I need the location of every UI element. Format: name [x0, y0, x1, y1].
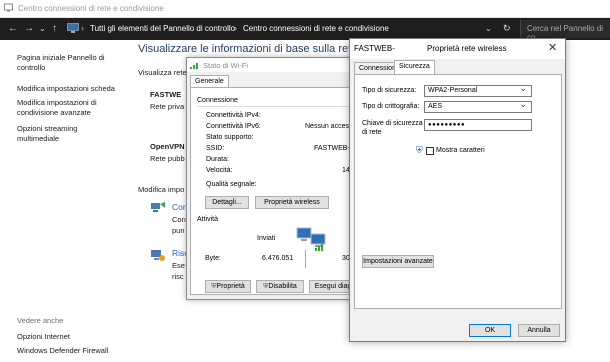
wifi-signal-icon: [190, 61, 200, 69]
troubleshoot-desc: Ese: [172, 261, 185, 270]
search-input[interactable]: Cerca nel Pannello di co: [520, 20, 610, 42]
show-characters-label: Mostra caratteri: [436, 147, 485, 154]
sidebar-item-home[interactable]: Pagina iniziale Pannello di controllo: [17, 53, 127, 73]
page-title: Visualizzare le informazioni di base sul…: [138, 43, 376, 55]
back-arrow-icon[interactable]: ←: [8, 23, 18, 34]
security-type-select[interactable]: WPA2-Personal: [424, 83, 532, 97]
ipv6-value: Nessun access: [305, 123, 353, 130]
network-activity-icon: [295, 224, 327, 252]
breadcrumb-separator-icon: ›: [81, 23, 84, 33]
forward-arrow-icon[interactable]: →: [24, 23, 34, 34]
troubleshoot-desc-2: risc: [172, 272, 184, 281]
group-divider: [197, 106, 357, 107]
advanced-settings-button[interactable]: Impostazioni avanzate: [362, 255, 434, 268]
see-also-heading: Vedere anche: [17, 316, 64, 325]
new-connection-desc-2: pun: [172, 226, 185, 235]
troubleshoot-icon: [150, 248, 166, 262]
wifi-status-dialog: Stato di Wi-Fi Generale Connessione Conn…: [186, 57, 364, 300]
security-type-label: Tipo di sicurezza:: [362, 87, 417, 94]
speed-label: Velocità:: [206, 167, 233, 174]
network2-name: OpenVPN: [150, 142, 185, 151]
breadcrumb-all-items[interactable]: Tutti gli elementi del Pannello di contr…: [90, 24, 235, 33]
wireless-properties-button[interactable]: Proprietà wireless: [255, 196, 329, 209]
duration-label: Durata:: [206, 156, 229, 163]
sidebar-item-sharing[interactable]: Modifica impostazioni di condivisione av…: [17, 98, 112, 118]
disable-button[interactable]: ⛨Disabilita: [256, 280, 304, 293]
network-name-title: FASTWEB-: [354, 44, 395, 53]
dialog-titlebar: Stato di Wi-Fi: [187, 58, 363, 72]
shield-icon: ⛨: [416, 145, 423, 155]
properties-button[interactable]: ⛨Proprietà: [205, 280, 251, 293]
window-title: Centro connessioni di rete e condivision…: [18, 4, 164, 13]
see-also-firewall[interactable]: Windows Defender Firewall: [17, 346, 108, 356]
security-key-field[interactable]: ●●●●●●●●●: [424, 119, 532, 131]
encryption-type-select[interactable]: AES: [424, 99, 532, 113]
network2-type: Rete pubb: [150, 154, 185, 163]
cancel-button[interactable]: Annulla: [518, 324, 560, 337]
sidebar-item-adapter[interactable]: Modifica impostazioni scheda: [17, 84, 127, 94]
ipv4-label: Connettività IPv4:: [206, 112, 261, 119]
media-state-label: Stato supporto:: [206, 134, 254, 141]
properties-button-label: Proprietà: [216, 283, 245, 290]
network1-name: FASTWE: [150, 90, 182, 99]
control-panel-icon: [4, 3, 13, 12]
activity-divider: [305, 250, 306, 268]
bytes-label: Byte:: [205, 255, 221, 262]
ok-button[interactable]: OK: [469, 324, 511, 337]
new-connection-desc: Con: [172, 215, 186, 224]
breadcrumb-separator-icon: ›: [234, 23, 237, 33]
disable-button-label: Disabilita: [268, 283, 297, 290]
ssid-label: SSID:: [206, 145, 225, 152]
ssid-value: FASTWEB-2: [314, 145, 354, 152]
details-button[interactable]: Dettagli...: [205, 196, 249, 209]
show-characters-checkbox[interactable]: [426, 147, 434, 155]
address-bar: ← → ⌄ ↑ › Tutti gli elementi del Pannell…: [0, 18, 610, 42]
ipv6-label: Connettività IPv6:: [206, 123, 261, 130]
window-titlebar: Centro connessioni di rete e condivision…: [0, 0, 610, 18]
sent-label: Inviati: [257, 235, 276, 242]
active-networks-label: Visualizza rete: [138, 68, 187, 77]
security-key-label: Chiave di sicurezza di rete: [362, 120, 423, 136]
bytes-sent-value: 6.476.051: [262, 255, 294, 262]
connection-group-label: Connessione: [197, 97, 238, 104]
new-connection-icon: [150, 200, 166, 214]
address-dropdown-icon[interactable]: ⌄: [485, 24, 492, 33]
network1-type: Rete priva: [150, 102, 185, 111]
control-panel-icon: [67, 23, 79, 34]
dialog-titlebar: FASTWEB- Proprietà rete wireless ✕: [350, 39, 565, 59]
activity-group-label: Attività: [197, 216, 219, 223]
up-arrow-icon[interactable]: ↑: [52, 23, 57, 34]
refresh-icon[interactable]: ↻: [503, 23, 511, 34]
close-icon[interactable]: ✕: [548, 41, 557, 54]
breadcrumb-network-center[interactable]: Centro connessioni di rete e condivision…: [243, 24, 389, 33]
modify-settings-label: Modifica impo: [138, 185, 185, 194]
encryption-type-label: Tipo di crittografia:: [362, 103, 420, 110]
dialog-title: Proprietà rete wireless: [427, 44, 507, 53]
sidebar-item-streaming[interactable]: Opzioni streaming multimediale: [17, 124, 107, 144]
tab-security[interactable]: Sicurezza: [394, 60, 435, 75]
signal-quality-label: Qualità segnale:: [206, 181, 257, 188]
see-also-internet-options[interactable]: Opzioni Internet: [17, 332, 70, 342]
dialog-title: Stato di Wi-Fi: [203, 61, 249, 70]
wireless-properties-dialog: FASTWEB- Proprietà rete wireless ✕ Conne…: [349, 38, 566, 342]
recent-locations-icon[interactable]: ⌄: [39, 24, 46, 33]
